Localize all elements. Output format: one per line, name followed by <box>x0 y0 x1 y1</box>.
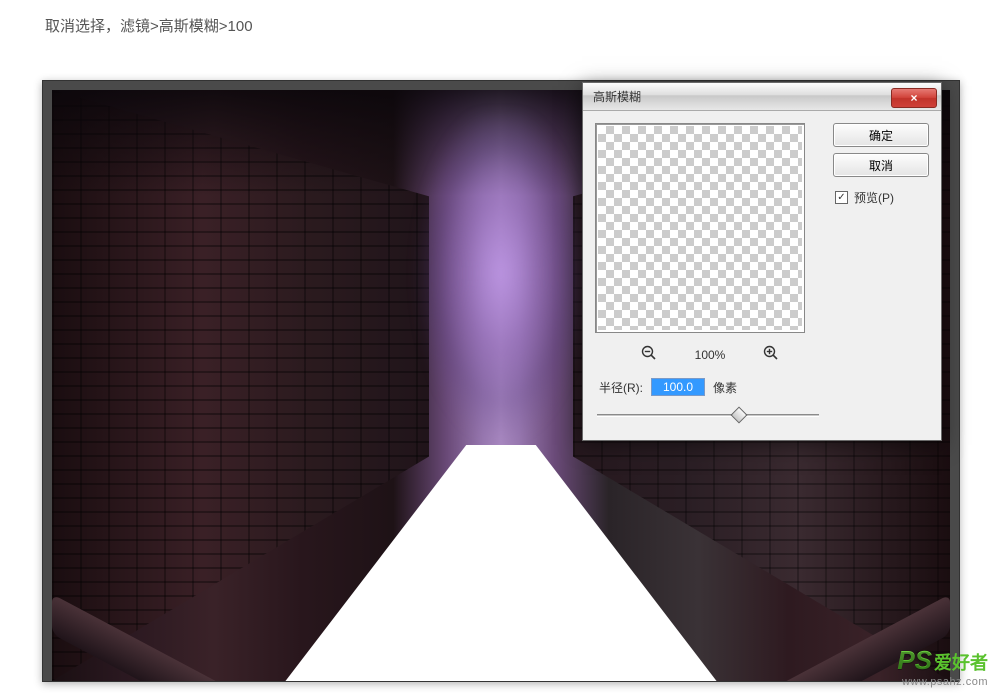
zoom-in-icon[interactable] <box>763 345 779 364</box>
radius-row: 半径(R): 像素 <box>595 378 825 396</box>
slider-thumb[interactable] <box>731 407 748 424</box>
preview-column: 100% 半径(R): 像素 <box>595 123 825 428</box>
watermark: PS 爱好者 www.psahz.com <box>897 645 988 688</box>
watermark-url: www.psahz.com <box>902 676 988 688</box>
dialog-titlebar[interactable]: 高斯模糊 × <box>583 83 941 111</box>
preview-checkbox-label: 预览(P) <box>854 189 894 206</box>
radius-unit: 像素 <box>713 379 737 396</box>
cancel-button[interactable]: 取消 <box>833 153 929 177</box>
preview-checkbox[interactable]: ✓ <box>835 191 848 204</box>
zoom-out-icon[interactable] <box>641 345 657 364</box>
alley-purple-glow <box>393 114 609 469</box>
close-button[interactable]: × <box>891 88 937 108</box>
watermark-cn: 爱好者 <box>934 649 988 675</box>
dialog-body: 100% 半径(R): 像素 确定 取消 ✓ 预览(P) <box>583 111 941 440</box>
gaussian-blur-dialog: 高斯模糊 × 100% 半径(R): 像素 <box>582 82 942 441</box>
radius-input[interactable] <box>651 378 705 396</box>
instruction-text: 取消选择，滤镜>高斯模糊>100 <box>0 0 1000 51</box>
close-icon: × <box>910 91 917 105</box>
ok-button[interactable]: 确定 <box>833 123 929 147</box>
zoom-level: 100% <box>685 348 735 362</box>
preview-area[interactable] <box>595 123 805 333</box>
watermark-logo: PS 爱好者 <box>897 645 988 676</box>
button-column: 确定 取消 ✓ 预览(P) <box>833 123 929 428</box>
zoom-controls: 100% <box>595 345 825 364</box>
check-icon: ✓ <box>837 192 845 203</box>
transparency-checker <box>598 126 802 330</box>
slider-rail <box>597 414 819 417</box>
watermark-ps: PS <box>897 645 932 676</box>
preview-checkbox-row[interactable]: ✓ 预览(P) <box>833 189 929 206</box>
dialog-title: 高斯模糊 <box>593 88 641 105</box>
radius-slider[interactable] <box>597 408 819 422</box>
radius-label: 半径(R): <box>599 379 643 396</box>
